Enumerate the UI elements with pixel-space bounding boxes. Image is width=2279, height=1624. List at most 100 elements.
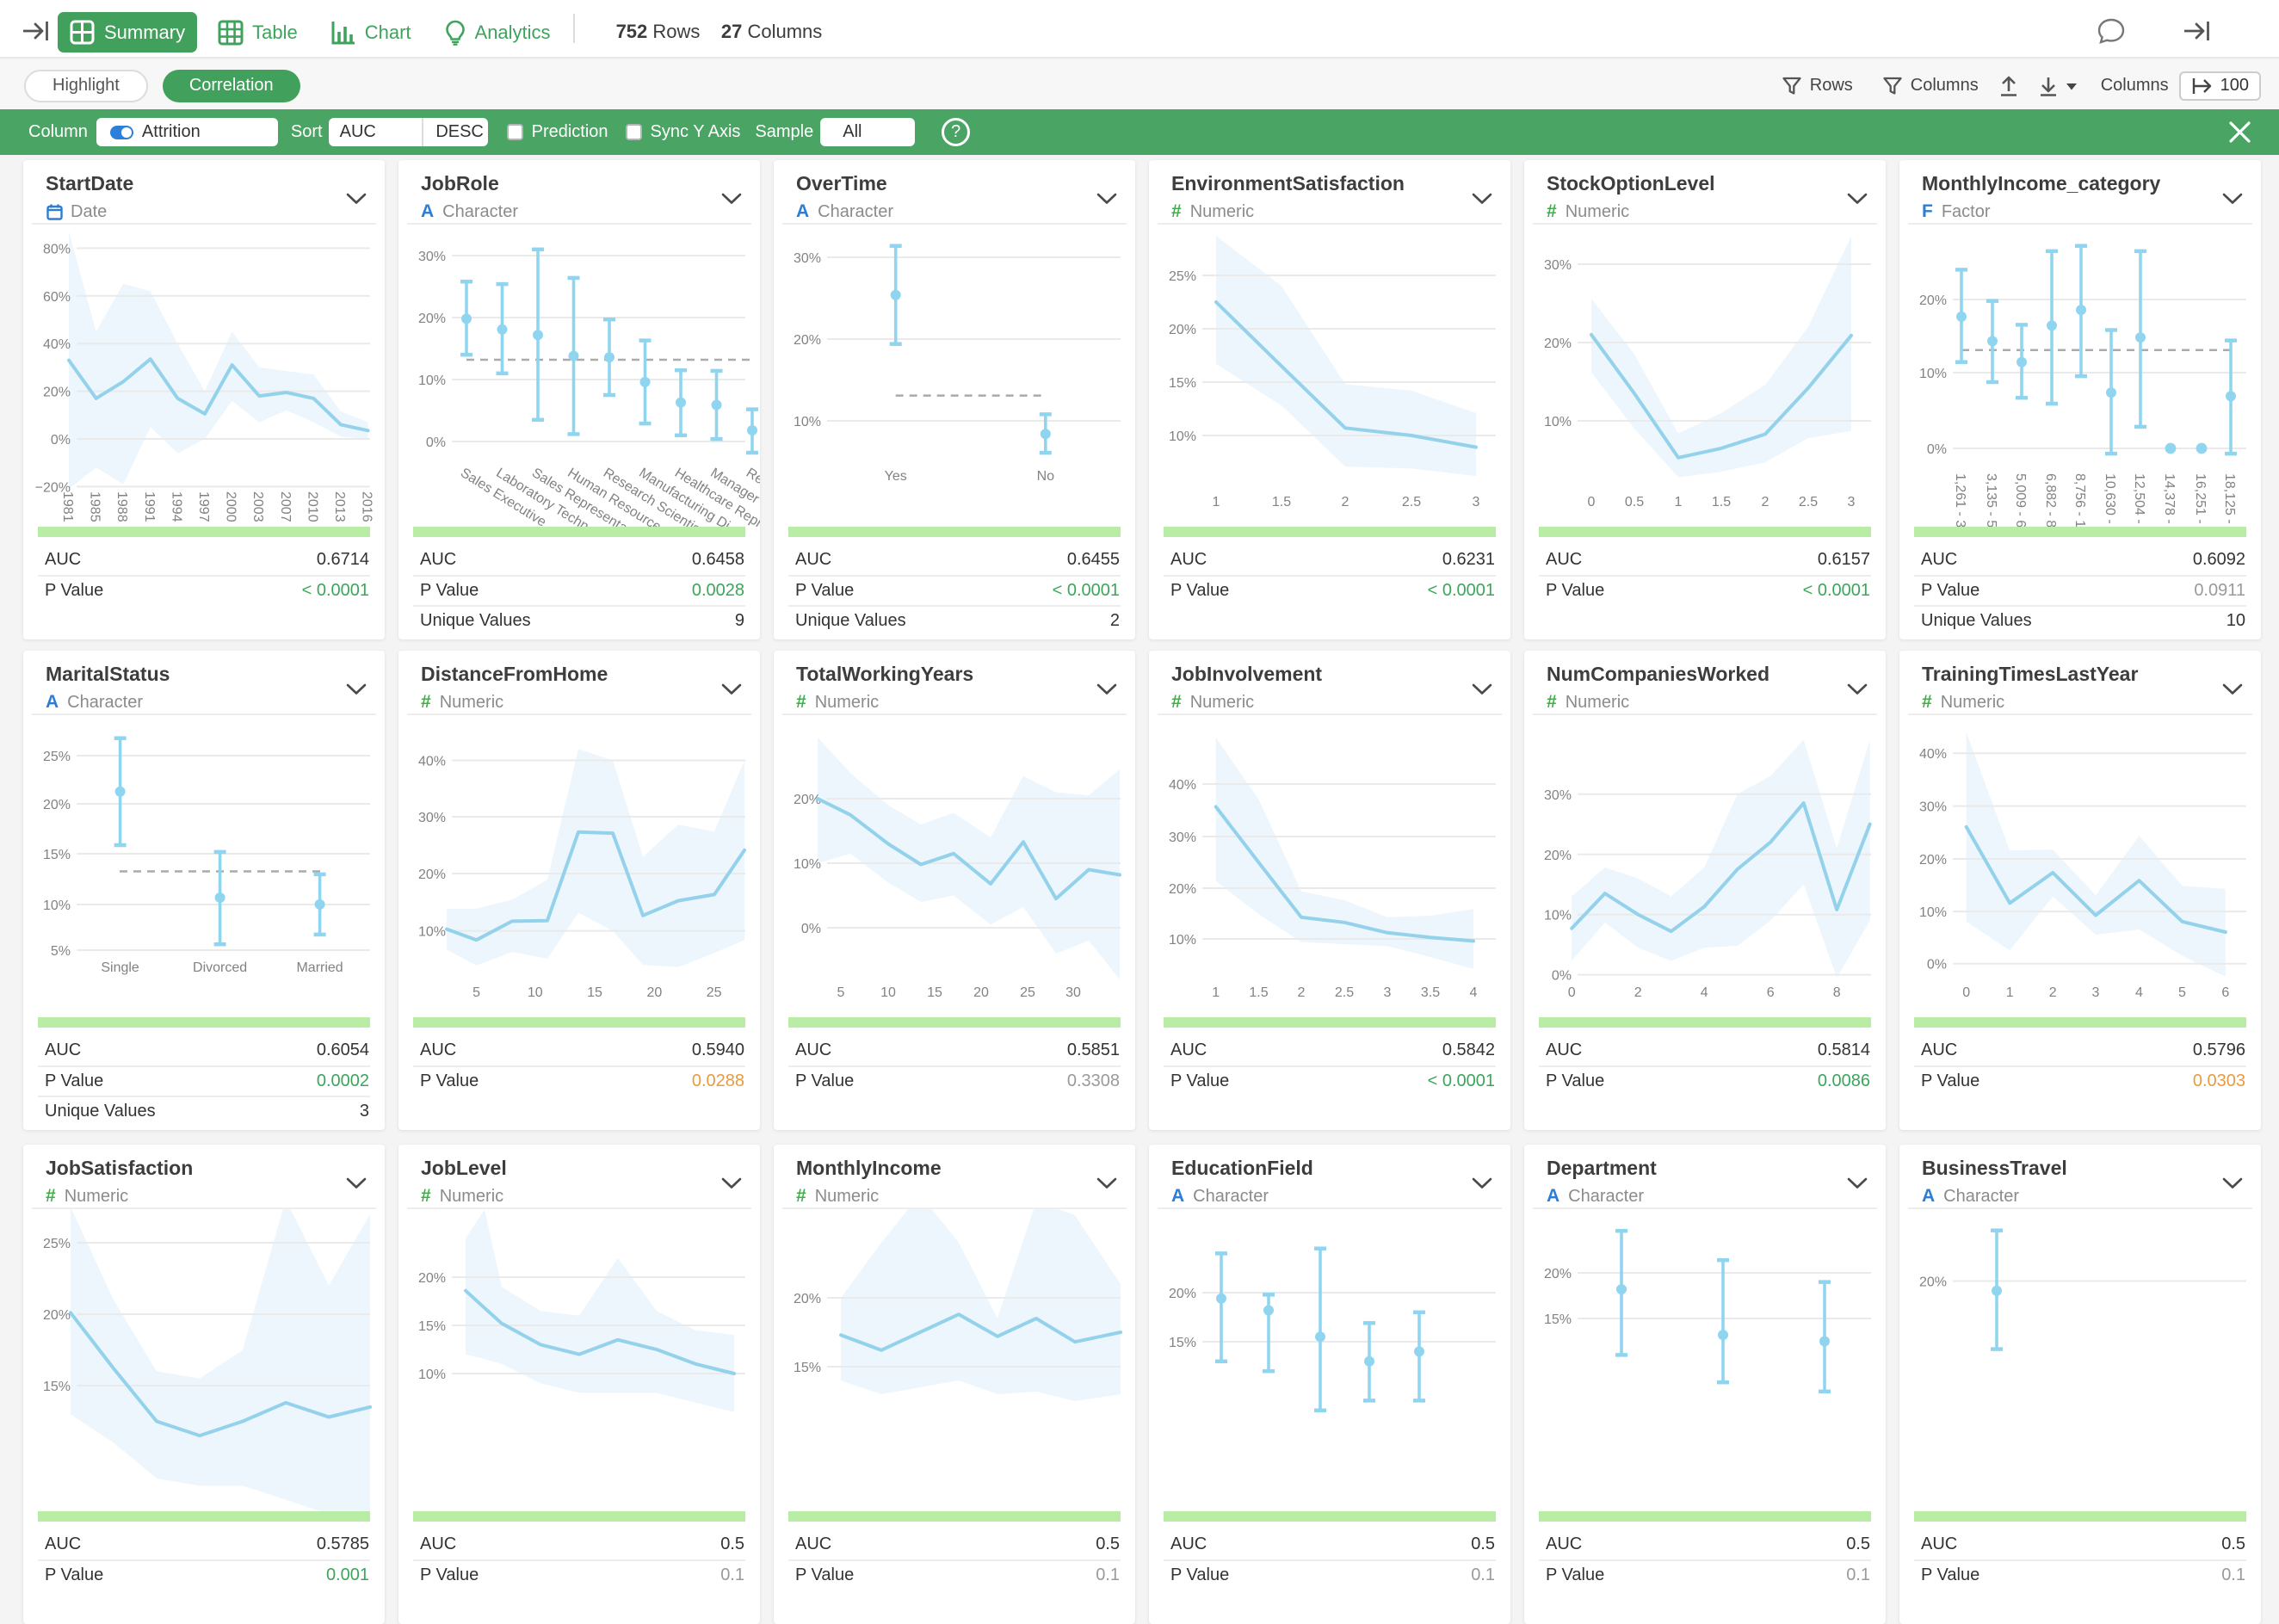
svg-text:10%: 10% [43, 898, 71, 913]
svg-text:14,378 -: 14,378 - [2162, 473, 2177, 524]
svg-text:Divorced: Divorced [193, 960, 247, 975]
svg-text:30%: 30% [418, 250, 446, 264]
svg-text:5: 5 [837, 985, 845, 1000]
svg-text:20%: 20% [794, 1292, 821, 1306]
svg-text:1.5: 1.5 [1272, 495, 1291, 509]
svg-text:1: 1 [1212, 985, 1220, 1000]
svg-text:Single: Single [101, 960, 139, 975]
svg-text:30%: 30% [418, 811, 446, 825]
svg-text:2.5: 2.5 [1402, 495, 1421, 509]
svg-text:20: 20 [973, 985, 989, 1000]
svg-text:12,504 -: 12,504 - [2132, 473, 2146, 524]
svg-text:0%: 0% [1927, 442, 1947, 457]
svg-text:2010: 2010 [305, 491, 319, 522]
svg-text:10%: 10% [1919, 367, 1947, 381]
svg-text:2: 2 [1634, 985, 1642, 1000]
svg-text:20%: 20% [1544, 1267, 1572, 1281]
svg-text:10%: 10% [1169, 429, 1196, 444]
svg-text:3: 3 [1473, 495, 1480, 509]
svg-text:15%: 15% [1169, 1336, 1196, 1350]
svg-text:40%: 40% [1919, 747, 1947, 762]
svg-text:1981: 1981 [60, 491, 75, 522]
svg-text:5%: 5% [51, 944, 71, 959]
svg-text:20%: 20% [43, 798, 71, 812]
svg-text:20%: 20% [1919, 293, 1947, 308]
svg-text:2.5: 2.5 [1335, 985, 1354, 1000]
svg-text:2: 2 [1762, 495, 1769, 509]
svg-text:2007: 2007 [278, 491, 293, 522]
svg-text:10%: 10% [1169, 933, 1196, 948]
svg-text:1,261 - 3: 1,261 - 3 [1953, 473, 1967, 527]
svg-text:15%: 15% [43, 1380, 71, 1394]
svg-text:Married: Married [296, 960, 343, 975]
svg-text:5: 5 [472, 985, 480, 1000]
svg-text:30%: 30% [1169, 831, 1196, 845]
svg-text:10,630 -: 10,630 - [2103, 473, 2117, 524]
svg-text:6,882 - 8: 6,882 - 8 [2043, 473, 2058, 527]
svg-text:15%: 15% [43, 848, 71, 862]
svg-text:80%: 80% [43, 242, 71, 256]
svg-text:20%: 20% [1919, 1275, 1947, 1290]
svg-text:30%: 30% [1919, 800, 1947, 815]
svg-text:5: 5 [2178, 985, 2186, 1000]
svg-text:Yes: Yes [885, 469, 907, 484]
svg-text:1985: 1985 [88, 491, 102, 522]
svg-text:10: 10 [528, 985, 543, 1000]
svg-text:25%: 25% [43, 750, 71, 764]
svg-text:0%: 0% [426, 435, 446, 450]
svg-text:5,009 - 6: 5,009 - 6 [2013, 473, 2028, 527]
svg-text:4: 4 [1470, 985, 1478, 1000]
svg-text:20%: 20% [1169, 323, 1196, 337]
svg-text:20%: 20% [418, 868, 446, 882]
svg-text:1988: 1988 [114, 491, 129, 522]
svg-text:1991: 1991 [142, 491, 157, 522]
svg-text:0%: 0% [801, 922, 821, 936]
svg-text:1994: 1994 [169, 491, 183, 522]
svg-text:10%: 10% [1544, 909, 1572, 923]
svg-text:25: 25 [1020, 985, 1035, 1000]
svg-text:20%: 20% [1919, 853, 1947, 868]
svg-text:20%: 20% [1544, 337, 1572, 351]
svg-text:2013: 2013 [332, 491, 347, 522]
svg-text:20%: 20% [43, 1308, 71, 1323]
svg-text:20%: 20% [418, 1271, 446, 1286]
svg-text:10%: 10% [418, 1368, 446, 1382]
svg-text:0%: 0% [1927, 958, 1947, 973]
svg-text:25: 25 [707, 985, 722, 1000]
svg-text:4: 4 [2135, 985, 2143, 1000]
svg-text:6: 6 [1767, 985, 1775, 1000]
svg-text:0.5: 0.5 [1625, 495, 1644, 509]
svg-text:3.5: 3.5 [1421, 985, 1440, 1000]
svg-text:60%: 60% [43, 290, 71, 305]
svg-text:30: 30 [1065, 985, 1081, 1000]
svg-text:8: 8 [1833, 985, 1841, 1000]
svg-text:10%: 10% [418, 374, 446, 388]
svg-text:30%: 30% [794, 251, 821, 266]
svg-text:30%: 30% [1544, 788, 1572, 803]
svg-text:2: 2 [1342, 495, 1349, 509]
svg-text:2016: 2016 [360, 491, 374, 522]
svg-text:10%: 10% [1544, 415, 1572, 429]
svg-text:1997: 1997 [196, 491, 211, 522]
svg-text:2: 2 [2049, 985, 2057, 1000]
svg-text:20: 20 [647, 985, 663, 1000]
svg-text:2000: 2000 [224, 491, 238, 522]
svg-text:15: 15 [587, 985, 602, 1000]
svg-text:18,125 -: 18,125 - [2222, 473, 2237, 524]
svg-text:20%: 20% [794, 333, 821, 348]
svg-text:2: 2 [1298, 985, 1306, 1000]
svg-text:25%: 25% [43, 1237, 71, 1251]
svg-text:0: 0 [1568, 985, 1576, 1000]
svg-text:20%: 20% [1169, 1287, 1196, 1301]
svg-text:20%: 20% [418, 312, 446, 326]
svg-text:15%: 15% [1169, 376, 1196, 391]
svg-text:1: 1 [1213, 495, 1220, 509]
svg-text:No: No [1037, 469, 1055, 484]
svg-text:10%: 10% [418, 925, 446, 940]
svg-text:40%: 40% [43, 337, 71, 352]
svg-text:1: 1 [1675, 495, 1683, 509]
svg-text:15%: 15% [794, 1361, 821, 1375]
svg-text:1.5: 1.5 [1249, 985, 1268, 1000]
svg-text:25%: 25% [1169, 269, 1196, 284]
svg-text:20%: 20% [43, 386, 71, 400]
